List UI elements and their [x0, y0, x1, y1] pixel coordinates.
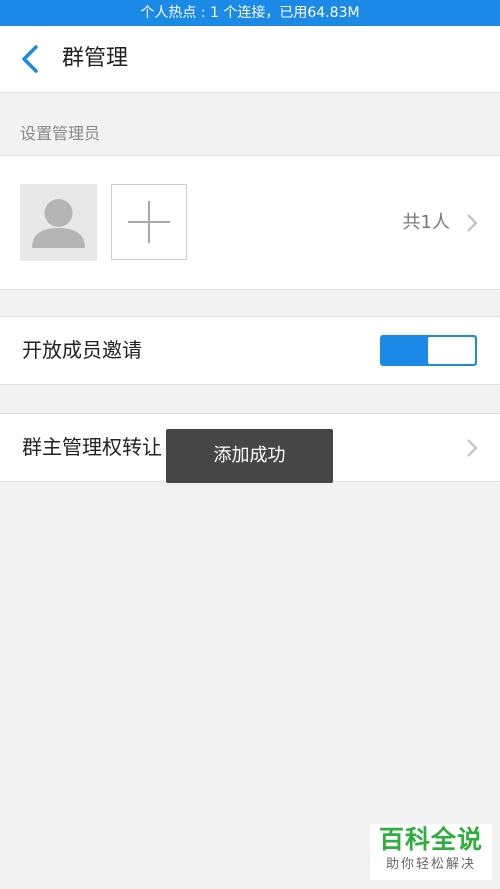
toggle-knob: [428, 337, 475, 364]
chevron-right-icon: [467, 214, 478, 232]
watermark: 百科全说 助你轻松解决: [370, 824, 492, 880]
page-title: 群管理: [62, 46, 129, 71]
screen: 个人热点 : 1 个连接，已用64.83M 群管理 设置管理员 共1人 开放成员…: [0, 0, 500, 889]
back-arrow-icon[interactable]: [18, 44, 44, 74]
transfer-owner-label: 群主管理权转让: [22, 435, 162, 459]
watermark-title: 百科全说: [378, 825, 483, 854]
add-admin-button[interactable]: [111, 184, 187, 260]
admin-avatar[interactable]: [20, 184, 97, 261]
status-bar-text: 个人热点 : 1 个连接，已用64.83M: [140, 5, 360, 21]
title-bar: 群管理: [0, 26, 500, 93]
status-bar: 个人热点 : 1 个连接，已用64.83M: [0, 0, 500, 26]
admin-list-row[interactable]: 共1人: [0, 155, 500, 290]
invite-members-row: 开放成员邀请: [0, 316, 500, 385]
user-silhouette-icon: [32, 199, 85, 248]
section-label-admins: 设置管理员: [20, 124, 101, 143]
invite-members-label: 开放成员邀请: [22, 338, 142, 362]
chevron-right-icon: [467, 439, 478, 457]
watermark-subtitle: 助你轻松解决: [385, 857, 476, 872]
invite-members-toggle[interactable]: [380, 335, 477, 366]
toast-message: 添加成功: [166, 429, 333, 483]
member-count: 共1人: [402, 212, 450, 233]
